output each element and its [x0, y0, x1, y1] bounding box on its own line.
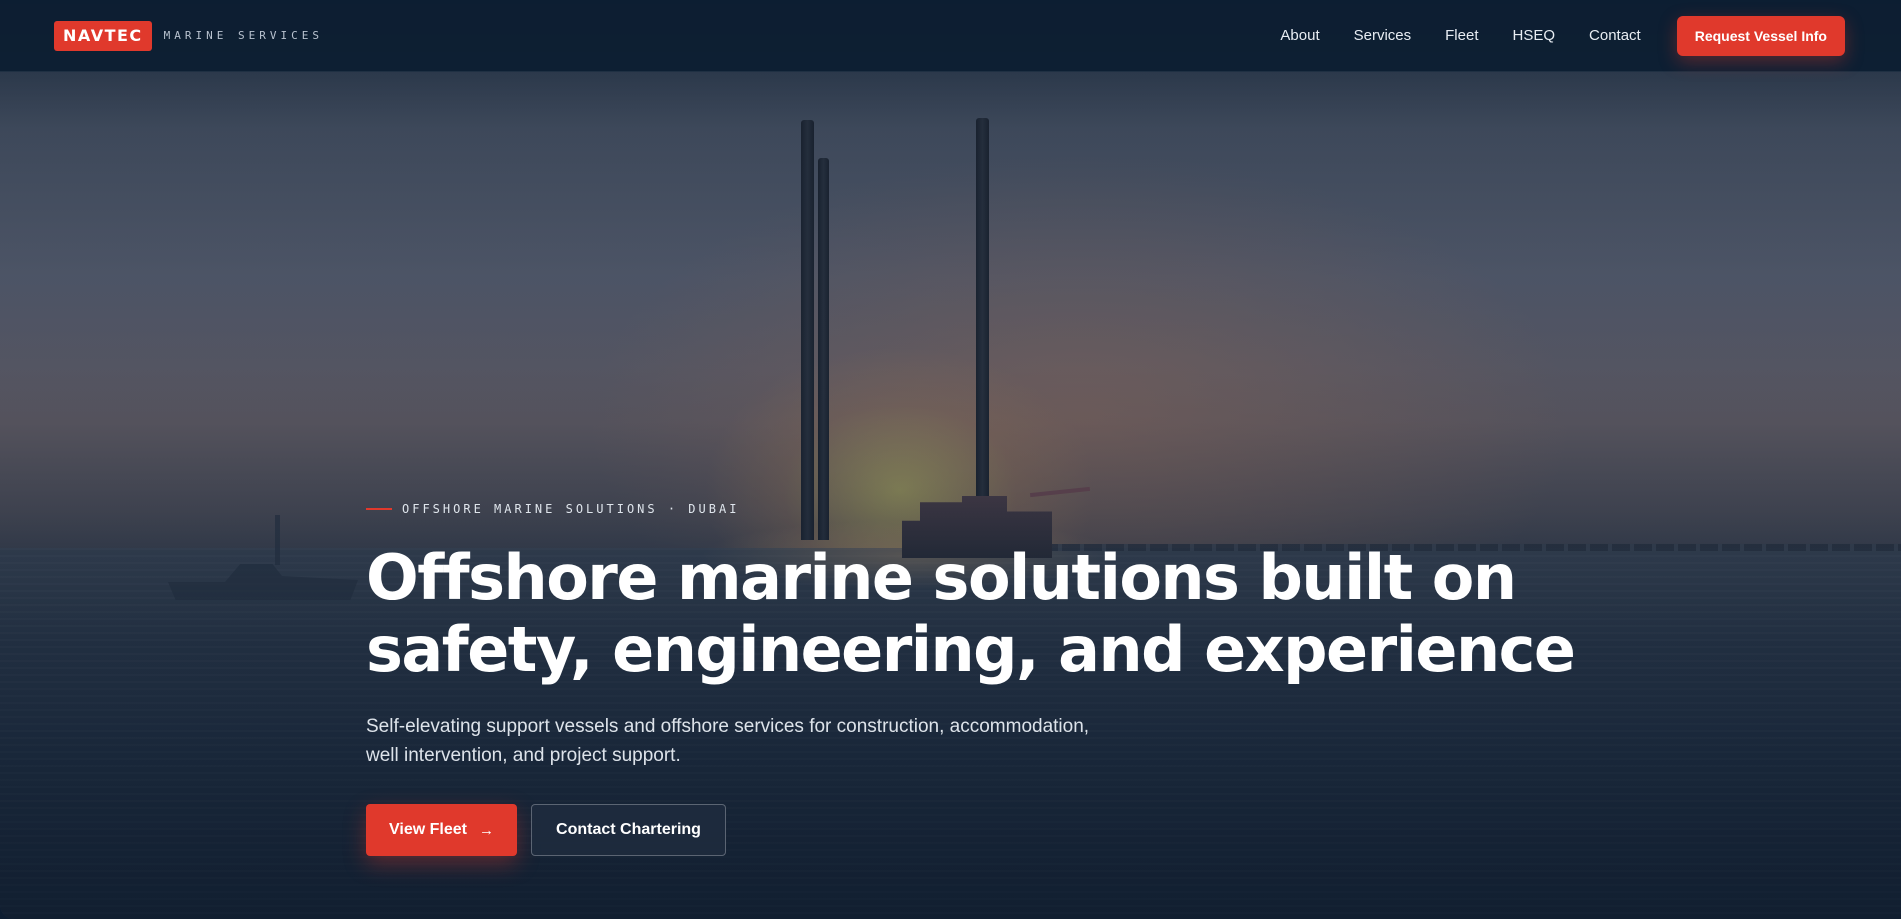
hero-cta-row: View Fleet → Contact Chartering [366, 804, 1586, 856]
eyebrow-text: OFFSHORE MARINE SOLUTIONS · DUBAI [402, 502, 740, 516]
view-fleet-label: View Fleet [389, 821, 467, 838]
contact-chartering-button[interactable]: Contact Chartering [531, 804, 726, 856]
nav-link-hseq[interactable]: HSEQ [1513, 27, 1556, 44]
headline-line-1: Offshore marine solutions built on [366, 541, 1517, 614]
eyebrow-accent-line [366, 508, 392, 510]
hero-content: OFFSHORE MARINE SOLUTIONS · DUBAI Offsho… [366, 502, 1586, 856]
arrow-right-icon: → [478, 821, 494, 839]
nav-link-fleet[interactable]: Fleet [1445, 27, 1478, 44]
nav-link-contact[interactable]: Contact [1589, 27, 1641, 44]
hero-headline: Offshore marine solutions built on safet… [366, 542, 1586, 686]
subtext-line-2: well intervention, and project support. [366, 745, 681, 766]
headline-line-2: safety, engineering, and experience [366, 613, 1576, 686]
request-vessel-info-button[interactable]: Request Vessel Info [1676, 15, 1845, 56]
nav-link-about[interactable]: About [1280, 27, 1319, 44]
hero-section: OFFSHORE MARINE SOLUTIONS · DUBAI Offsho… [0, 0, 1901, 919]
top-navbar: NAVTEC MARINE SERVICES About Services Fl… [0, 0, 1901, 72]
nav-link-services[interactable]: Services [1354, 27, 1412, 44]
navtec-logo[interactable]: NAVTEC [54, 20, 152, 51]
hero-eyebrow: OFFSHORE MARINE SOLUTIONS · DUBAI [366, 502, 1586, 516]
logo-tagline: MARINE SERVICES [163, 29, 323, 42]
view-fleet-button[interactable]: View Fleet → [366, 804, 517, 856]
hero-subtext: Self-elevating support vessels and offsh… [366, 712, 1146, 770]
main-nav: About Services Fleet HSEQ Contact [1280, 27, 1640, 44]
subtext-line-1: Self-elevating support vessels and offsh… [366, 716, 1090, 737]
